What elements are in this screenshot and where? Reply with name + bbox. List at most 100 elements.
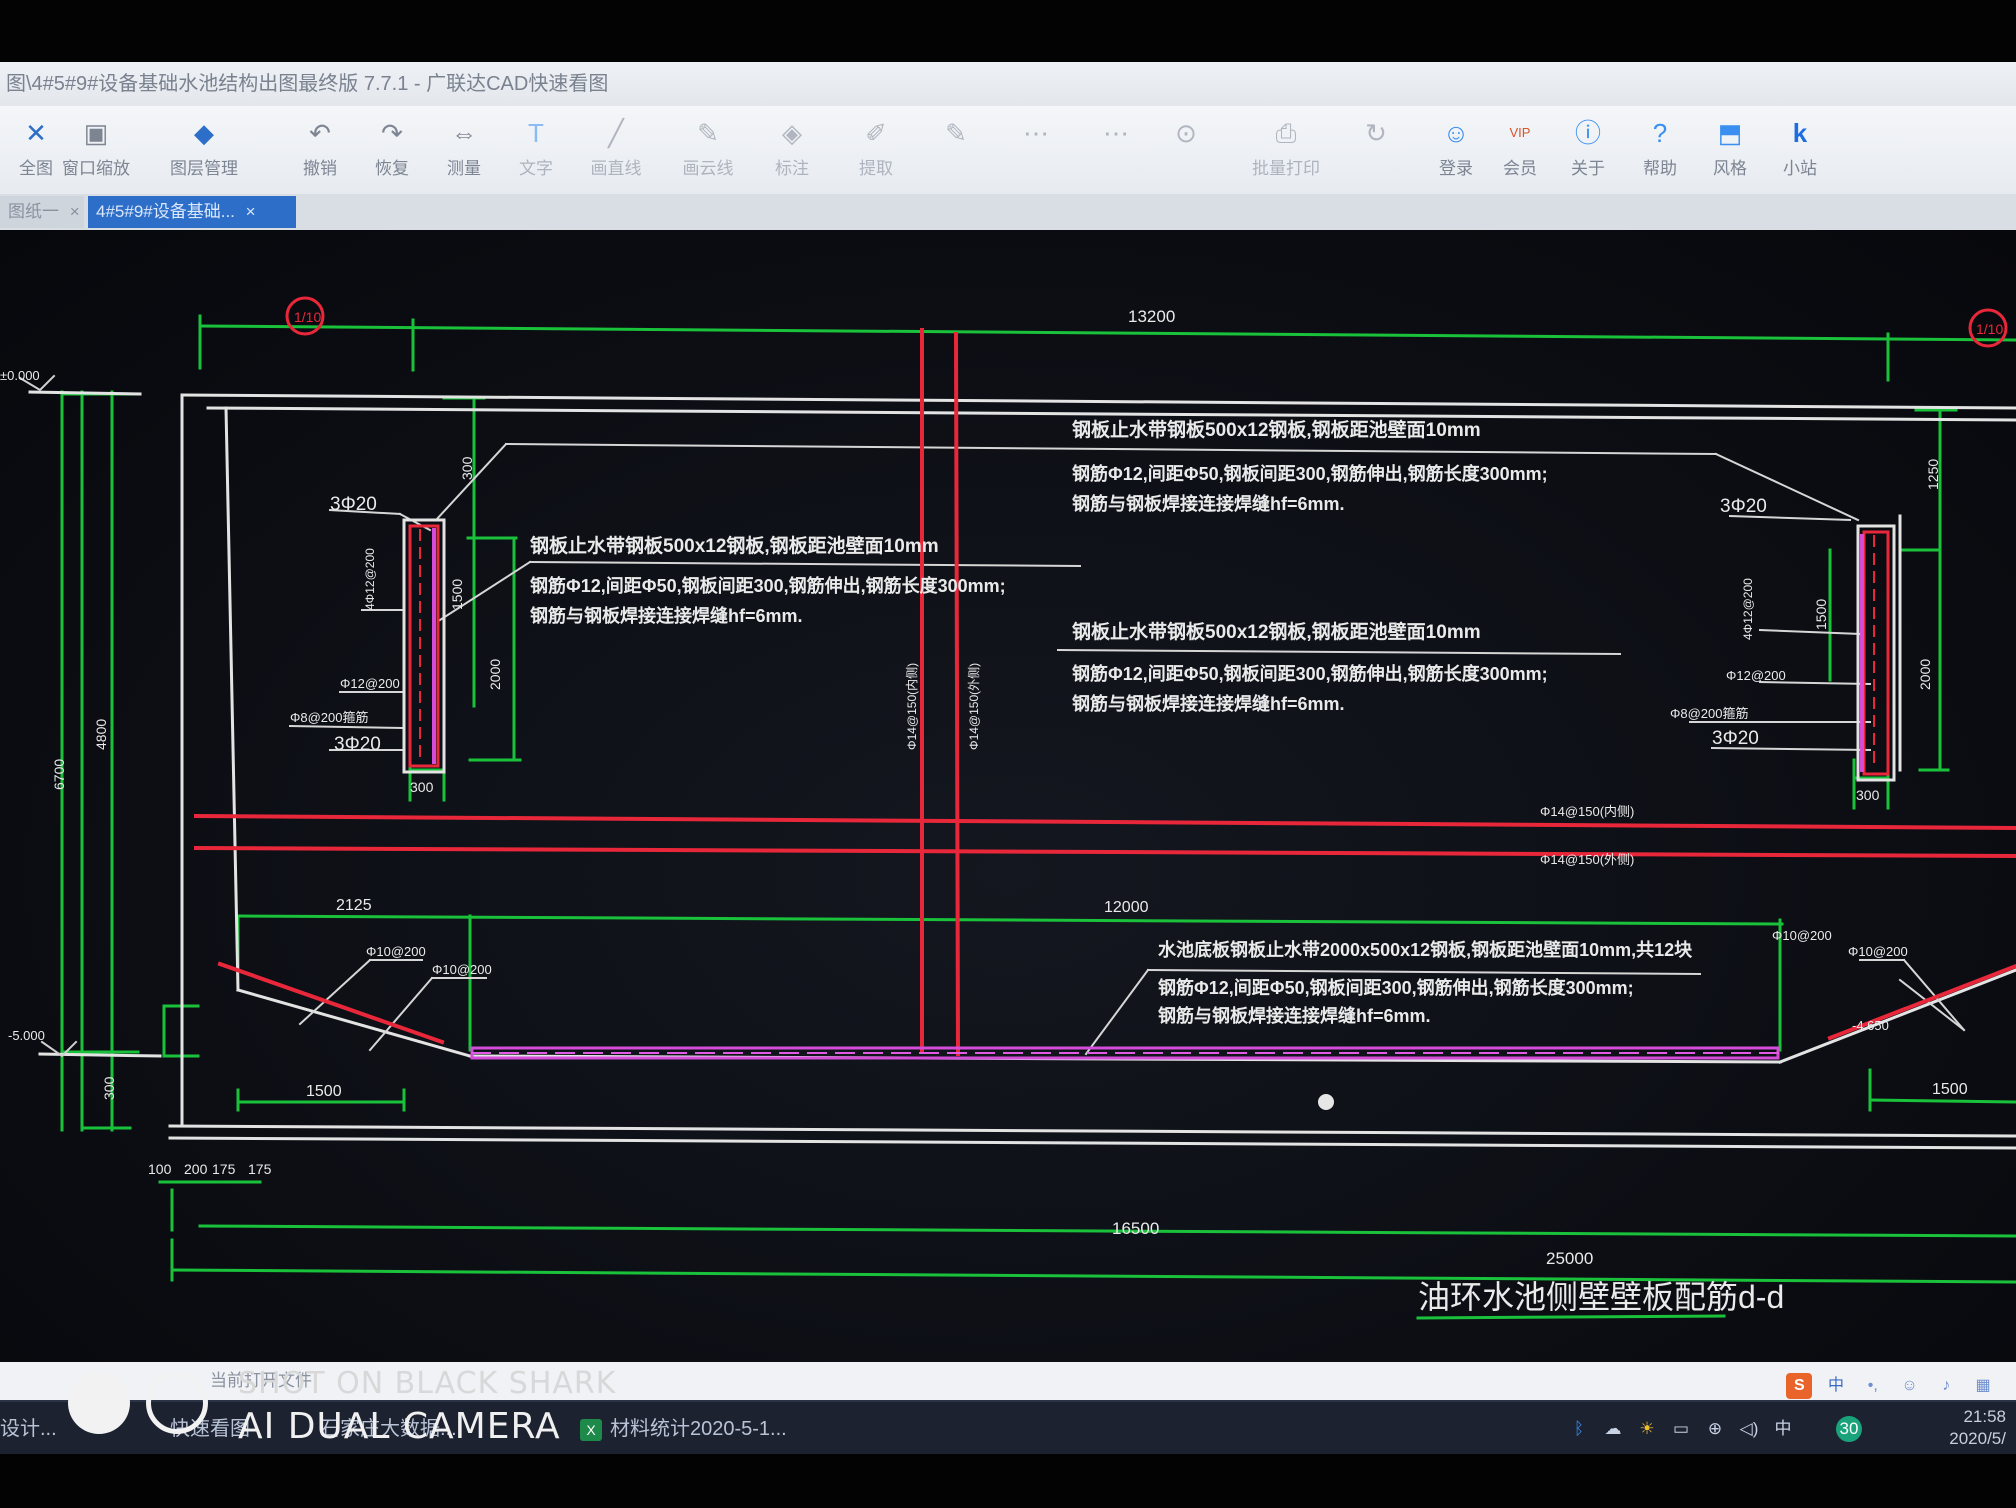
rebar-label-3d20-tl: 3Φ20: [330, 494, 377, 515]
tab-drawing-2[interactable]: 4#5#9#设备基础... ×: [88, 196, 296, 228]
side-bar-label-right: 4Φ12@200: [1741, 578, 1755, 640]
toolbar-button-6[interactable]: ⇔ 测量: [428, 112, 500, 190]
ribbon-toolbar: ✕ 全图 ▣ 窗口缩放 ◆ 图层管理 ↶ 撤销 ↷ 恢复 ⇔ 测量 T 文字 ╱ 画直线 ✎ 画云线 ◈ 标注 ✐ 提取 ✎…: [0, 106, 2016, 195]
weather-icon[interactable]: ☀: [1634, 1416, 1660, 1442]
close-icon[interactable]: ×: [246, 202, 256, 221]
stirrup-label-right: Φ12@200: [1726, 668, 1786, 683]
toolbar-button-4[interactable]: ↶ 撤销: [284, 112, 356, 190]
toolbar-button-20[interactable]: ⓘ 关于: [1552, 112, 1624, 190]
level-bottom-right: -4.650: [1852, 1018, 1889, 1033]
window-zoom-icon: ▣: [83, 118, 109, 148]
toolbar-button-16[interactable]: ⎙ 批量打印: [1250, 112, 1322, 190]
horiz-bar-label-2: Φ14@150(外侧): [1540, 852, 1634, 867]
toolbar-button-label: 画云线: [682, 159, 734, 178]
dimension-lines: [60, 314, 2016, 1284]
sogou-ime-icon[interactable]: S: [1786, 1373, 1813, 1399]
bluetooth-icon[interactable]: ᛒ: [1566, 1416, 1592, 1442]
dim-vert-1500-right: 1500: [1813, 599, 1829, 630]
toolbar-button-11[interactable]: ✐ 提取: [840, 112, 912, 190]
dim-vert-300: 300: [101, 1076, 117, 1100]
section-title: 油环水池侧壁壁板配筋d-d: [1418, 1279, 1784, 1315]
tab-label: 4#5#9#设备基础...: [96, 202, 235, 221]
ime-toolbar[interactable]: S 中 •, ☺ ♪ ▦: [1780, 1366, 1996, 1399]
stirrup-label-right-2: Φ8@200箍筋: [1670, 706, 1749, 721]
edit-icon: ✎: [945, 118, 967, 148]
monitor-screen: 图\4#5#9#设备基础水池结构出图最终版 7.7.1 - 广联达CAD快速看图…: [0, 62, 2016, 1454]
note-c-line-2: 钢筋Φ12,间距Φ50,钢板间距300,钢筋伸出,钢筋长度300mm;: [1072, 663, 1548, 684]
taskbar-item-design[interactable]: 设计...: [0, 1412, 57, 1446]
cad-drawing: 1/10 1/10 13200 16500 25000 100 200 175 …: [0, 296, 2016, 1320]
dim-top: 13200: [1128, 307, 1175, 326]
dim-bottom-25000: 25000: [1546, 1249, 1593, 1268]
cad-drawing-canvas[interactable]: 1/10 1/10 13200 16500 25000 100 200 175 …: [0, 230, 2016, 1400]
vert-bar-label-1: Φ14@150(内侧): [905, 663, 919, 750]
note-a-line-3: 钢筋与钢板焊接连接焊缝hf=6mm.: [1072, 493, 1345, 514]
toolbar-button-17[interactable]: ↻: [1340, 112, 1412, 190]
close-icon[interactable]: ×: [70, 202, 80, 221]
vip-icon: VIP: [1509, 125, 1531, 140]
toolbar-button-label: 帮助: [1643, 159, 1677, 178]
ime-keyboard-icon[interactable]: ▦: [1970, 1373, 1996, 1399]
toolbar-button-8[interactable]: ╱ 画直线: [580, 112, 652, 190]
toolbar-button-19[interactable]: VIP 会员: [1484, 112, 1556, 190]
toolbar-button-22[interactable]: ⬒ 风格: [1694, 112, 1766, 190]
measure-icon: ⇔: [451, 118, 477, 148]
toolbar-button-3[interactable]: ◆ 图层管理: [168, 112, 240, 190]
rebar-column-left: [402, 518, 446, 774]
toolbar-button-13[interactable]: ⋯: [1000, 112, 1072, 190]
note-a-line-2: 钢筋Φ12,间距Φ50,钢板间距300,钢筋伸出,钢筋长度300mm;: [1072, 463, 1548, 484]
toolbar-button-label: 窗口缩放: [62, 159, 130, 178]
toolbar-button-2[interactable]: ▣ 窗口缩放: [60, 112, 132, 190]
axis-label-left: 1/10: [294, 309, 321, 325]
window-title: 图\4#5#9#设备基础水池结构出图最终版 7.7.1 - 广联达CAD快速看图: [6, 73, 609, 95]
toolbar-button-label: 批量打印: [1252, 159, 1320, 178]
note-b-line-2: 钢筋Φ12,间距Φ50,钢板间距300,钢筋伸出,钢筋长度300mm;: [530, 575, 1006, 596]
toolbar-button-18[interactable]: ☺ 登录: [1420, 112, 1492, 190]
toolbar-button-12[interactable]: ✎: [920, 112, 992, 190]
undo-icon: ↶: [309, 118, 331, 148]
line-icon: ╱: [608, 118, 624, 148]
side-bar-label-left: 4Φ12@200: [363, 548, 377, 610]
level-top-left: ±0.000: [0, 368, 40, 383]
tab-drawing-1[interactable]: 图纸一 ×: [0, 196, 84, 228]
toolbar-button-5[interactable]: ↷ 恢复: [356, 112, 428, 190]
toolbar-button-label: 关于: [1571, 159, 1605, 178]
toolbar-button-9[interactable]: ✎ 画云线: [672, 112, 744, 190]
rebar-label-3d20-br: 3Φ20: [1712, 728, 1759, 749]
watermark-ring-icon: [146, 1372, 208, 1434]
style-icon: ⬒: [1717, 118, 1743, 148]
toolbar-button-21[interactable]: ? 帮助: [1624, 112, 1696, 190]
help-icon: ?: [1652, 118, 1668, 148]
battery-icon[interactable]: ▭: [1668, 1416, 1694, 1442]
toolbar-button-7[interactable]: T 文字: [500, 112, 572, 190]
volume-icon[interactable]: ◁): [1736, 1416, 1762, 1442]
ime-emoji-icon[interactable]: ☺: [1897, 1373, 1923, 1399]
title-bar: 图\4#5#9#设备基础水池结构出图最终版 7.7.1 - 广联达CAD快速看图: [0, 62, 2016, 106]
system-clock[interactable]: 21:58 2020/5/: [1949, 1406, 2006, 1450]
level-bottom-left: -5.000: [8, 1028, 45, 1043]
toolbar-button-23[interactable]: k 小站: [1764, 112, 1836, 190]
toolbar-button-15[interactable]: ⊙: [1150, 112, 1222, 190]
horiz-bar-label-1: Φ14@150(内侧): [1540, 804, 1634, 819]
wall-outline: [28, 390, 2016, 1150]
toolbar-button-label: 测量: [447, 159, 481, 178]
cloud-icon[interactable]: ☁: [1600, 1416, 1626, 1442]
pin-icon: ⊙: [1175, 118, 1197, 148]
note-d-line-3: 钢筋与钢板焊接连接焊缝hf=6mm.: [1158, 1005, 1431, 1026]
network-icon[interactable]: ⊕: [1702, 1416, 1728, 1442]
dim-bottom-16500: 16500: [1112, 1219, 1159, 1238]
text-icon: T: [528, 118, 544, 148]
user-icon: ☺: [1442, 118, 1470, 148]
toolbar-button-14[interactable]: ⋯: [1080, 112, 1152, 190]
dim-300-right: 300: [1856, 787, 1880, 803]
notification-badge[interactable]: 30: [1836, 1416, 1862, 1442]
note-b-line-1: 钢板止水带钢板500x12钢板,钢板距池壁面10mm: [530, 534, 939, 557]
ime-voice-icon[interactable]: ♪: [1933, 1373, 1959, 1399]
toolbar-button-10[interactable]: ◈ 标注: [756, 112, 828, 190]
toolbar-button-label: 会员: [1503, 159, 1537, 178]
ime-language-icon[interactable]: 中: [1823, 1373, 1849, 1399]
layer-manager-icon: ◆: [194, 118, 214, 148]
ime-punctuation-icon[interactable]: •,: [1860, 1373, 1886, 1399]
tray-language[interactable]: 中: [1770, 1416, 1796, 1442]
note-d-line-2: 钢筋Φ12,间距Φ50,钢板间距300,钢筋伸出,钢筋长度300mm;: [1158, 977, 1634, 998]
